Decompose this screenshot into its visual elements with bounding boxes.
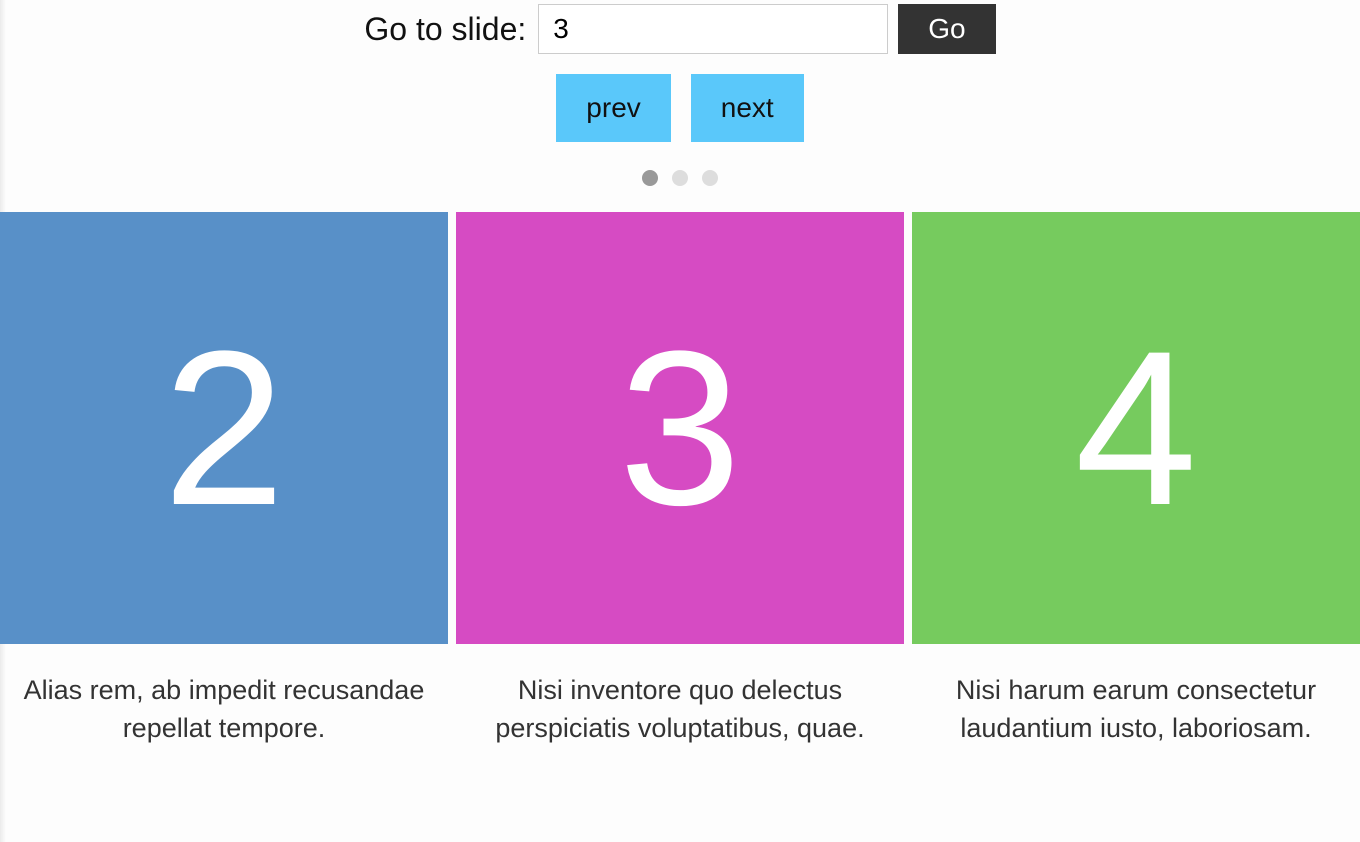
pagination-dot[interactable]	[642, 170, 658, 186]
pagination-dot[interactable]	[702, 170, 718, 186]
slide: 3 Nisi inventore quo delectus perspiciati…	[456, 212, 904, 748]
slider-track[interactable]: 2 Alias rem, ab impedit recusandae repell…	[0, 212, 1360, 748]
pagination-dot[interactable]	[672, 170, 688, 186]
slide: 2 Alias rem, ab impedit recusandae repell…	[0, 212, 448, 748]
slide-caption: Alias rem, ab impedit recusandae repella…	[9, 672, 439, 748]
slide-tile[interactable]: 2	[0, 212, 448, 644]
slide: 4 Nisi harum earum consectetur laudantium…	[912, 212, 1360, 748]
goto-label: Go to slide:	[364, 11, 526, 48]
goto-slide-input[interactable]	[538, 4, 888, 54]
slide-tile[interactable]: 3	[456, 212, 904, 644]
controls-bar: Go to slide: Go prev next	[0, 0, 1360, 186]
slider: 2 Alias rem, ab impedit recusandae repell…	[0, 212, 1360, 748]
goto-row: Go to slide: Go	[364, 4, 995, 54]
slide-caption: Nisi harum earum consectetur laudantium …	[921, 672, 1351, 748]
pagination-dots	[0, 170, 1360, 186]
nav-row: prev next	[0, 74, 1360, 142]
slide-caption: Nisi inventore quo delectus perspiciatis…	[465, 672, 895, 748]
go-button[interactable]: Go	[898, 4, 995, 54]
slide-tile[interactable]: 4	[912, 212, 1360, 644]
prev-button[interactable]: prev	[556, 74, 670, 142]
next-button[interactable]: next	[691, 74, 804, 142]
